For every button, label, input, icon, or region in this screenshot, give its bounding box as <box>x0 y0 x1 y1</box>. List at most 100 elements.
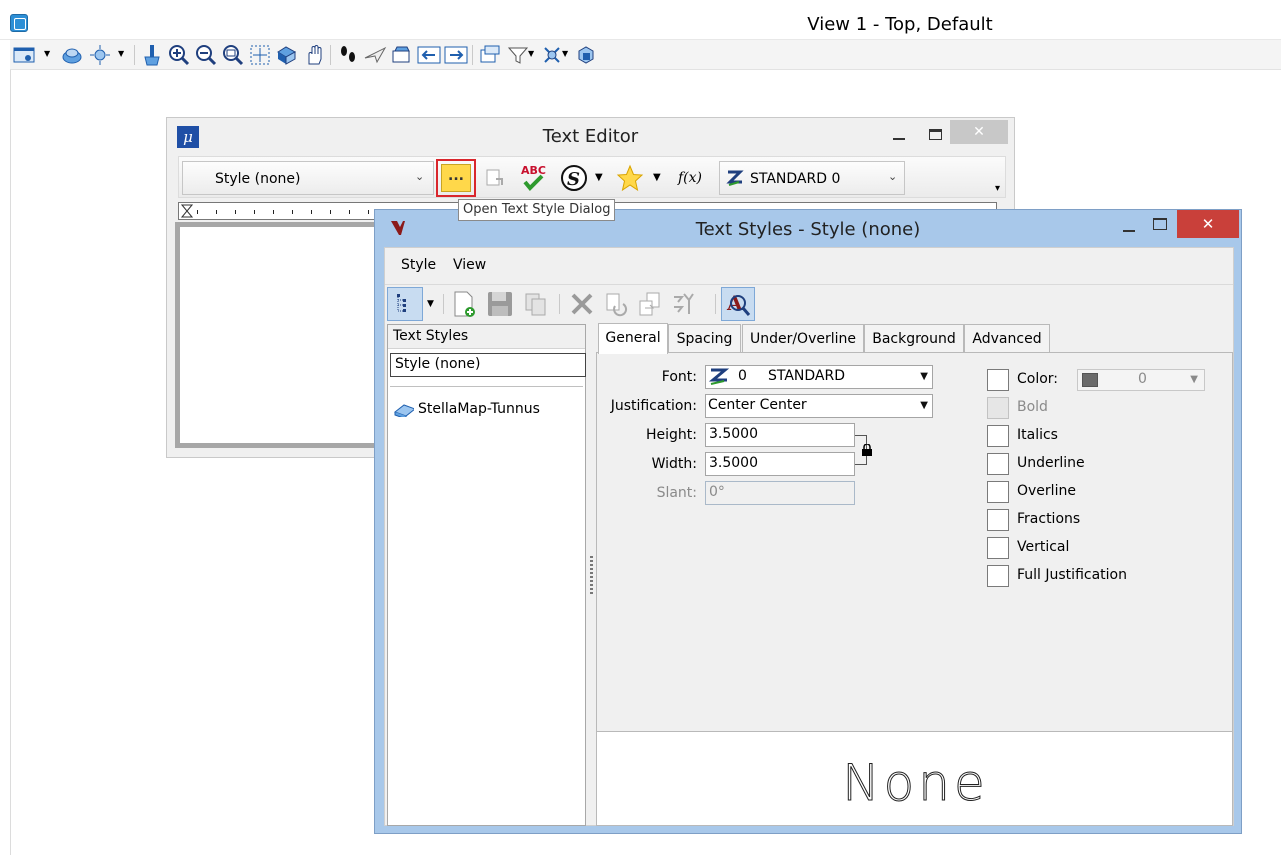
width-input[interactable]: 3.5000 <box>705 452 855 476</box>
close-button[interactable]: ✕ <box>1177 210 1239 238</box>
vertical-checkbox[interactable] <box>987 537 1009 559</box>
save-style-button[interactable] <box>483 287 517 321</box>
display-style-icon[interactable] <box>60 43 84 67</box>
height-input[interactable]: 3.5000 <box>705 423 855 447</box>
chevron-down-icon[interactable]: ▼ <box>118 49 124 58</box>
chevron-down-icon[interactable]: ▼ <box>528 49 534 58</box>
color-checkbox[interactable] <box>987 369 1009 391</box>
favorites-star-icon[interactable] <box>615 163 645 193</box>
style-preview: None <box>596 732 1233 826</box>
justification-value: Center Center <box>708 397 807 413</box>
italics-checkbox[interactable] <box>987 425 1009 447</box>
walk-icon[interactable] <box>336 43 360 67</box>
chevron-down-icon[interactable]: ▼ <box>653 172 661 183</box>
font-type-icon <box>726 170 744 186</box>
apply-style-icon[interactable] <box>481 163 509 193</box>
full-justification-checkbox[interactable] <box>987 565 1009 587</box>
insert-symbol-icon[interactable]: S <box>559 163 589 193</box>
lock-icon[interactable] <box>861 444 873 456</box>
toolbar-overflow-icon[interactable]: ▾ <box>995 183 1000 194</box>
close-icon: ✕ <box>973 124 985 140</box>
copy-style-button[interactable] <box>519 287 553 321</box>
color-value: 0 <box>1138 371 1147 387</box>
import-icon <box>606 293 628 317</box>
chevron-down-icon[interactable]: ▼ <box>562 49 568 58</box>
bold-checkbox[interactable] <box>987 397 1009 419</box>
export-icon <box>639 292 660 316</box>
chevron-down-icon[interactable]: ▼ <box>427 299 434 309</box>
tab-under-overline[interactable]: Under/Overline <box>742 324 864 353</box>
camera-icon[interactable] <box>390 43 414 67</box>
tab-background[interactable]: Background <box>864 324 964 353</box>
library-item[interactable]: StellaMap-Tunnus <box>418 401 540 417</box>
rotate-view-icon[interactable] <box>275 43 299 67</box>
view-title: View 1 - Top, Default <box>807 14 993 35</box>
import-style-button[interactable] <box>599 287 633 321</box>
chevron-down-icon[interactable]: ▼ <box>595 172 603 183</box>
clip-volume-icon[interactable] <box>478 43 502 67</box>
window-area-icon[interactable] <box>221 43 245 67</box>
svg-text:S: S <box>567 169 580 190</box>
text-edit-area[interactable] <box>175 222 375 448</box>
underline-checkbox[interactable] <box>987 453 1009 475</box>
copy-icon <box>525 293 546 316</box>
export-style-button[interactable] <box>633 287 667 321</box>
tab-spacing[interactable]: Spacing <box>668 324 741 353</box>
selected-style-item[interactable]: Style (none) <box>390 353 586 377</box>
preview-toggle-button[interactable]: A <box>721 287 755 321</box>
maximize-button[interactable] <box>1148 212 1172 236</box>
update-view-icon[interactable] <box>140 43 164 67</box>
font-combo[interactable]: STANDARD 0 ⌄ <box>719 161 905 195</box>
view-titlebar: View 1 - Top, Default <box>0 0 1281 40</box>
slant-input[interactable]: 0° <box>705 481 855 505</box>
chevron-down-icon[interactable]: ▼ <box>44 49 50 58</box>
indent-marker-icon[interactable] <box>181 204 193 218</box>
clip-mask-icon[interactable] <box>506 43 530 67</box>
new-style-button[interactable] <box>447 287 481 321</box>
ellipsis-icon: ... <box>441 164 471 192</box>
justification-select[interactable]: Center Center ▼ <box>705 394 933 418</box>
selected-style-label: Style (none) <box>395 356 481 372</box>
menu-view[interactable]: View <box>453 257 486 273</box>
font-select[interactable]: 0 STANDARD ▼ <box>705 365 933 389</box>
next-view-icon[interactable] <box>444 43 468 67</box>
fly-icon[interactable] <box>363 43 387 67</box>
maximize-button[interactable] <box>915 120 955 148</box>
tab-general[interactable]: General <box>598 323 668 354</box>
height-label: Height: <box>646 427 697 443</box>
color-label: Color: <box>1017 371 1059 387</box>
menu-style[interactable]: Style <box>401 257 436 273</box>
view-box-icon[interactable] <box>574 43 598 67</box>
delete-icon <box>571 293 593 315</box>
minimize-icon <box>1123 230 1135 232</box>
zoom-in-icon[interactable] <box>167 43 191 67</box>
justification-label: Justification: <box>610 398 697 414</box>
pan-view-icon[interactable] <box>302 43 326 67</box>
insert-field-icon[interactable]: f(x) <box>673 163 707 193</box>
spell-check-icon[interactable]: ABC <box>519 163 551 193</box>
minimize-icon <box>893 138 905 140</box>
minimize-button[interactable] <box>1117 214 1141 238</box>
minimize-button[interactable] <box>879 120 919 148</box>
tree-view-button[interactable] <box>387 287 423 321</box>
save-icon <box>488 292 512 316</box>
text-style-manager-button[interactable] <box>667 287 701 321</box>
close-button[interactable]: ✕ <box>950 120 1008 144</box>
library-icon <box>394 404 414 417</box>
view-attributes-icon[interactable] <box>12 43 36 67</box>
delete-style-button[interactable] <box>565 287 599 321</box>
open-text-style-dialog-button[interactable]: ... <box>436 159 476 197</box>
text-style-combo[interactable]: Style (none) ⌄ <box>182 161 434 195</box>
color-select[interactable]: 0 ▼ <box>1077 369 1205 391</box>
section-icon[interactable] <box>540 43 564 67</box>
pane-splitter[interactable] <box>590 556 593 596</box>
overline-checkbox[interactable] <box>987 481 1009 503</box>
fractions-checkbox[interactable] <box>987 509 1009 531</box>
tab-advanced[interactable]: Advanced <box>964 324 1050 353</box>
font-name: STANDARD <box>768 368 846 384</box>
lighting-icon[interactable] <box>88 43 112 67</box>
previous-view-icon[interactable] <box>417 43 441 67</box>
fit-view-icon[interactable] <box>248 43 272 67</box>
chevron-down-icon: ▼ <box>1190 374 1198 385</box>
zoom-out-icon[interactable] <box>194 43 218 67</box>
